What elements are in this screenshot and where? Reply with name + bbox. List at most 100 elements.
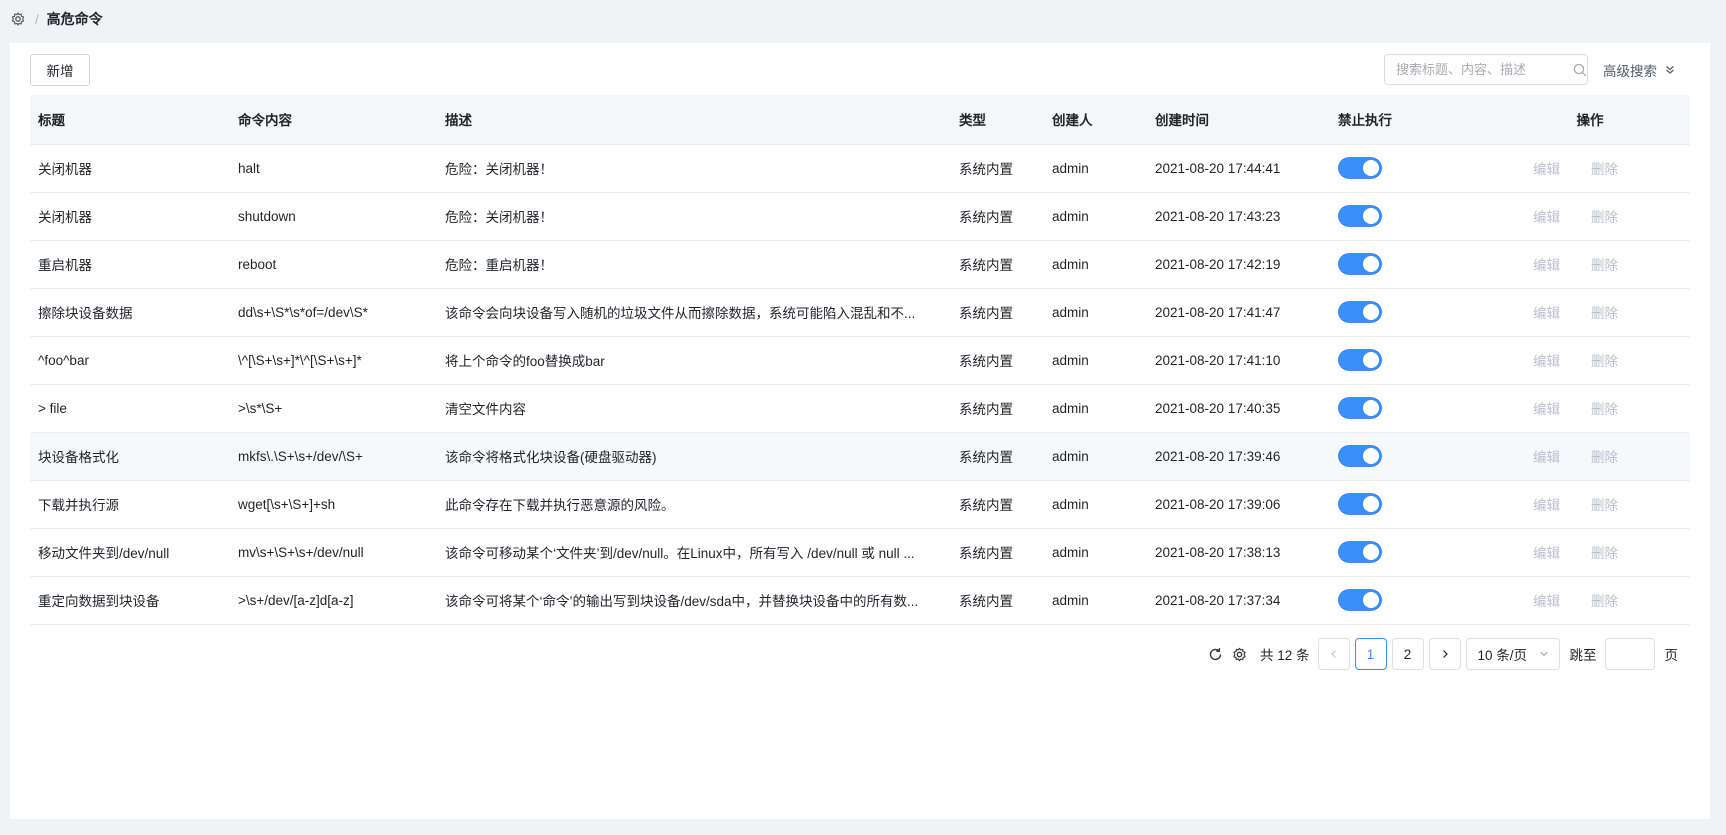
cell-description: 危险：关闭机器！ — [437, 192, 951, 241]
cell-forbid — [1330, 240, 1490, 289]
cell-command: wget[\s+\S+]+sh — [230, 480, 437, 529]
cell-type: 系统内置 — [951, 192, 1044, 241]
column-header-created-at: 创建时间 — [1147, 95, 1330, 145]
breadcrumb-bar: / 高危命令 — [0, 0, 1726, 38]
toggle-knob — [1363, 208, 1379, 224]
table-row: ^foo^bar \^[\S+\s+]*\^[\S+\s+]* 将上个命令的foo替… — [30, 336, 1690, 385]
table-row: 移动文件夹到/dev/null mv\s+\S+\s+/dev/null 该命令可移… — [30, 528, 1690, 577]
edit-button[interactable]: 编辑 — [1533, 494, 1560, 514]
forbid-toggle[interactable] — [1338, 493, 1382, 515]
delete-button[interactable]: 删除 — [1591, 206, 1618, 226]
cell-creator: admin — [1044, 576, 1147, 625]
next-page-button[interactable] — [1428, 638, 1461, 670]
edit-button[interactable]: 编辑 — [1533, 254, 1560, 274]
add-button[interactable]: 新增 — [30, 54, 90, 86]
cell-description: 此命令存在下载并执行恶意源的风险。 — [437, 480, 951, 529]
pagination: 共 12 条 1 2 10 条/页 跳至 页 — [1206, 638, 1678, 670]
cell-command: reboot — [230, 240, 437, 289]
delete-button[interactable]: 删除 — [1591, 494, 1618, 514]
forbid-toggle[interactable] — [1338, 541, 1382, 563]
cell-creator: admin — [1044, 192, 1147, 241]
forbid-toggle[interactable] — [1338, 205, 1382, 227]
advanced-search-toggle[interactable]: 高级搜索 — [1603, 54, 1675, 85]
table-row: 关闭机器 halt 危险：关闭机器！ 系统内置 admin 2021-08-20 17:4… — [30, 144, 1690, 193]
forbid-toggle[interactable] — [1338, 349, 1382, 371]
cell-actions: 编辑 删除 — [1490, 576, 1690, 625]
table-row: 关闭机器 shutdown 危险：关闭机器！ 系统内置 admin 2021-08-20 … — [30, 192, 1690, 241]
edit-button[interactable]: 编辑 — [1533, 302, 1560, 322]
search-icon[interactable] — [1572, 63, 1587, 77]
cell-description: 清空文件内容 — [437, 384, 951, 433]
cell-created-at: 2021-08-20 17:44:41 — [1147, 144, 1330, 193]
cell-created-at: 2021-08-20 17:41:10 — [1147, 336, 1330, 385]
cell-title: 重启机器 — [30, 240, 230, 289]
cell-created-at: 2021-08-20 17:42:19 — [1147, 240, 1330, 289]
advanced-search-label: 高级搜索 — [1603, 63, 1657, 79]
total-count: 共 12 条 — [1260, 648, 1310, 663]
cell-description: 该命令可将某个‘命令’的输出写到块设备/dev/sda中，并替换块设备中的所有数… — [437, 576, 951, 625]
cell-created-at: 2021-08-20 17:39:06 — [1147, 480, 1330, 529]
delete-button[interactable]: 删除 — [1591, 350, 1618, 370]
delete-button[interactable]: 删除 — [1591, 158, 1618, 178]
cell-title: 块设备格式化 — [30, 432, 230, 481]
refresh-icon[interactable] — [1206, 645, 1224, 663]
cell-actions: 编辑 删除 — [1490, 240, 1690, 289]
edit-button[interactable]: 编辑 — [1533, 398, 1560, 418]
forbid-toggle[interactable] — [1338, 589, 1382, 611]
cell-type: 系统内置 — [951, 384, 1044, 433]
forbid-toggle[interactable] — [1338, 301, 1382, 323]
toggle-knob — [1363, 256, 1379, 272]
delete-button[interactable]: 删除 — [1591, 542, 1618, 562]
page-button-1[interactable]: 1 — [1354, 638, 1387, 670]
delete-button[interactable]: 删除 — [1591, 590, 1618, 610]
jump-page-input[interactable] — [1604, 638, 1655, 670]
cell-created-at: 2021-08-20 17:38:13 — [1147, 528, 1330, 577]
cell-actions: 编辑 删除 — [1490, 480, 1690, 529]
edit-button[interactable]: 编辑 — [1533, 158, 1560, 178]
cell-description: 将上个命令的foo替换成bar — [437, 336, 951, 385]
column-header-description: 描述 — [437, 95, 951, 145]
delete-button[interactable]: 删除 — [1591, 446, 1618, 466]
table-row: > file >\s*\S+ 清空文件内容 系统内置 admin 2021-08-20 1… — [30, 384, 1690, 433]
breadcrumb-separator: / — [35, 11, 39, 27]
forbid-toggle[interactable] — [1338, 157, 1382, 179]
edit-button[interactable]: 编辑 — [1533, 446, 1560, 466]
delete-button[interactable]: 删除 — [1591, 254, 1618, 274]
table-row: 重定向数据到块设备 >\s+/dev/[a-z]d[a-z] 该命令可将某个‘命令’… — [30, 576, 1690, 625]
column-header-creator: 创建人 — [1044, 95, 1147, 145]
cell-creator: admin — [1044, 432, 1147, 481]
cell-description: 危险：关闭机器！ — [437, 144, 951, 193]
forbid-toggle[interactable] — [1338, 253, 1382, 275]
cell-forbid — [1330, 288, 1490, 337]
table-header-row: 标题 命令内容 描述 类型 创建人 创建时间 禁止执行 操作 — [30, 95, 1690, 145]
settings-icon[interactable] — [1230, 645, 1248, 663]
cell-actions: 编辑 删除 — [1490, 144, 1690, 193]
edit-button[interactable]: 编辑 — [1533, 350, 1560, 370]
gear-icon[interactable] — [10, 12, 25, 27]
prev-page-button[interactable] — [1317, 638, 1350, 670]
cell-command: dd\s+\S*\s*of=/dev\S* — [230, 288, 437, 337]
toolbar: 新增 高级搜索 — [30, 54, 1690, 87]
forbid-toggle[interactable] — [1338, 397, 1382, 419]
edit-button[interactable]: 编辑 — [1533, 590, 1560, 610]
cell-creator: admin — [1044, 144, 1147, 193]
edit-button[interactable]: 编辑 — [1533, 206, 1560, 226]
cell-type: 系统内置 — [951, 144, 1044, 193]
delete-button[interactable]: 删除 — [1591, 398, 1618, 418]
delete-button[interactable]: 删除 — [1591, 302, 1618, 322]
cell-forbid — [1330, 192, 1490, 241]
cell-command: >\s*\S+ — [230, 384, 437, 433]
cell-description: 危险：重启机器！ — [437, 240, 951, 289]
table-row: 下载并执行源 wget[\s+\S+]+sh 此命令存在下载并执行恶意源的风险。 系统… — [30, 480, 1690, 529]
cell-command: mkfs\.\S+\s+/dev/\S+ — [230, 432, 437, 481]
column-header-actions: 操作 — [1490, 95, 1690, 145]
chevron-right-icon — [1442, 650, 1448, 658]
cell-type: 系统内置 — [951, 240, 1044, 289]
page-size-value: 10 条/页 — [1477, 648, 1528, 663]
search-input[interactable] — [1385, 55, 1572, 84]
page-button-2[interactable]: 2 — [1391, 638, 1424, 670]
forbid-toggle[interactable] — [1338, 445, 1382, 467]
cell-type: 系统内置 — [951, 432, 1044, 481]
page-size-select[interactable]: 10 条/页 — [1465, 638, 1560, 670]
edit-button[interactable]: 编辑 — [1533, 542, 1560, 562]
